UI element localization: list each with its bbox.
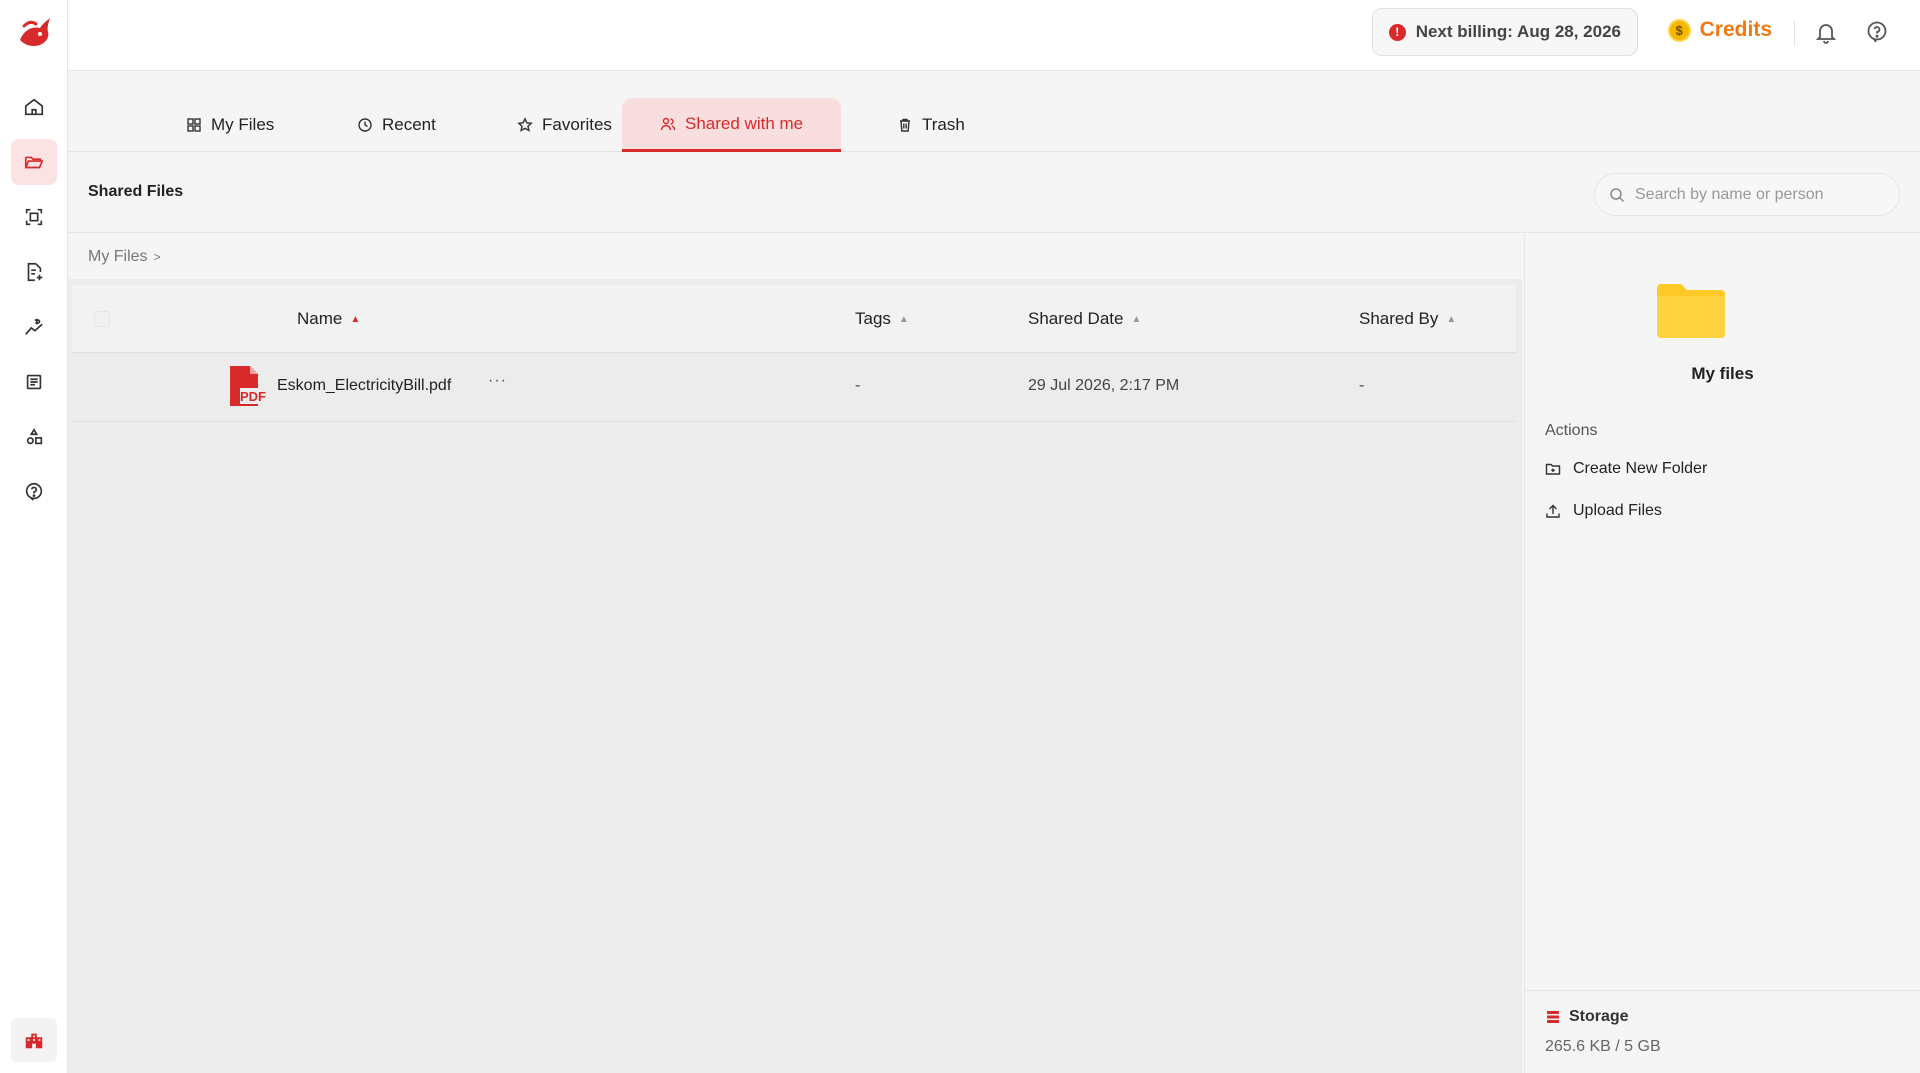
credits-button[interactable]: $ Credits — [1667, 18, 1772, 42]
tab-label: Trash — [922, 115, 965, 134]
sidebar-item-home[interactable] — [11, 84, 57, 130]
section-title: Shared Files — [88, 183, 184, 200]
sidebar — [0, 0, 68, 1073]
create-folder-button[interactable]: Create New Folder — [1545, 460, 1707, 478]
sort-up-icon: ▲ — [350, 313, 361, 325]
search-box[interactable] — [1594, 173, 1900, 216]
column-header-name[interactable]: Name ▲ — [297, 309, 360, 329]
grid-icon — [187, 118, 201, 132]
pdf-file-icon: PDF — [228, 366, 266, 406]
column-header-shared-by[interactable]: Shared By ▲ — [1359, 309, 1456, 329]
sidebar-item-scan[interactable] — [11, 194, 57, 240]
tab-label: My Files — [211, 115, 275, 134]
folder-add-icon — [1545, 463, 1561, 475]
tab-my-files[interactable]: My Files — [148, 98, 312, 152]
sort-up-icon: ▲ — [898, 313, 909, 325]
sort-up-icon: ▲ — [1131, 313, 1142, 325]
sort-up-icon: ▲ — [1446, 313, 1457, 325]
select-all-checkbox[interactable] — [94, 311, 110, 327]
home-icon — [24, 98, 44, 116]
notifications-button[interactable] — [1812, 18, 1840, 46]
sidebar-item-organization[interactable] — [11, 1018, 57, 1062]
tab-label: Recent — [382, 115, 436, 134]
column-label: Shared Date — [1028, 309, 1124, 328]
tab-label: Favorites — [542, 115, 612, 134]
help-circle-icon — [1867, 21, 1887, 43]
column-label: Tags — [855, 309, 891, 328]
list-icon — [26, 374, 42, 390]
actions-heading: Actions — [1545, 422, 1598, 439]
column-header-shared-date[interactable]: Shared Date ▲ — [1028, 309, 1141, 329]
table-row[interactable]: PDF Eskom_ElectricityBill.pdf ··· - 29 J… — [72, 354, 1516, 422]
search-icon — [1610, 187, 1625, 202]
tab-trash[interactable]: Trash — [859, 98, 1003, 152]
sidebar-item-help[interactable] — [11, 469, 57, 515]
folder-icon — [24, 156, 44, 169]
clock-icon — [358, 118, 372, 132]
sidebar-item-list[interactable] — [11, 359, 57, 405]
storage-heading: Storage — [1545, 1008, 1629, 1026]
main-content: My Files Recent Favorites Shared with me… — [68, 71, 1920, 1073]
file-tags: - — [855, 377, 861, 394]
file-shared-by: - — [1359, 377, 1365, 394]
column-label: Name — [297, 309, 343, 328]
section-header: Shared Files — [68, 153, 1920, 233]
bell-icon — [1815, 24, 1837, 44]
table-header: Name ▲ Tags ▲ Shared Date ▲ Shared By ▲ — [72, 285, 1516, 353]
alert-icon: ! — [1388, 23, 1406, 41]
users-icon — [660, 117, 676, 130]
storage-usage: 265.6 KB / 5 GB — [1545, 1038, 1661, 1055]
finance-chart-icon — [25, 318, 43, 335]
file-name[interactable]: Eskom_ElectricityBill.pdf — [277, 377, 451, 395]
brand-logo[interactable] — [14, 12, 54, 52]
tab-shared-with-me[interactable]: Shared with me — [622, 98, 842, 152]
action-label: Upload Files — [1573, 502, 1662, 519]
storage-icon — [1547, 1011, 1559, 1023]
scan-icon — [25, 208, 43, 226]
upload-icon — [1546, 504, 1560, 518]
building-icon — [25, 1033, 43, 1049]
details-panel: My files Actions Create New Folder Uploa… — [1524, 234, 1920, 1073]
storage-section: Storage 265.6 KB / 5 GB — [1525, 990, 1920, 1073]
star-icon — [517, 117, 533, 132]
sidebar-item-files[interactable] — [11, 139, 57, 185]
folder-icon — [1657, 282, 1725, 338]
panel-title: My files — [1691, 364, 1754, 383]
sidebar-item-documents[interactable] — [11, 249, 57, 295]
file-shared-date: 29 Jul 2026, 2:17 PM — [1028, 377, 1180, 394]
billing-text: Next billing: Aug 28, 2026 — [1415, 22, 1621, 41]
storage-label: Storage — [1569, 1008, 1629, 1025]
breadcrumb-my-files[interactable]: My Files — [88, 248, 148, 266]
credits-label: Credits — [1699, 18, 1772, 41]
help-button[interactable] — [1863, 18, 1891, 46]
breadcrumb: My Files > — [68, 234, 1522, 279]
billing-notice[interactable]: ! Next billing: Aug 28, 2026 — [1371, 8, 1638, 56]
divider — [1794, 20, 1795, 46]
upload-files-button[interactable]: Upload Files — [1545, 502, 1662, 520]
sidebar-item-shapes[interactable] — [11, 414, 57, 460]
coin-icon: $ — [1667, 18, 1691, 42]
tab-label: Shared with me — [685, 113, 804, 133]
tab-bar: My Files Recent Favorites Shared with me… — [68, 71, 1920, 152]
file-type-label: PDF — [240, 389, 266, 404]
sidebar-item-finance[interactable] — [11, 304, 57, 350]
column-header-tags[interactable]: Tags ▲ — [855, 309, 909, 329]
search-input[interactable] — [1635, 185, 1885, 204]
breadcrumb-separator: > — [153, 249, 161, 264]
shapes-icon — [26, 428, 43, 445]
file-list-area: My Files > Name ▲ Tags ▲ Shared Date ▲ S… — [68, 234, 1522, 1073]
trash-icon — [900, 118, 910, 132]
document-add-icon — [27, 262, 43, 282]
more-options-button[interactable]: ··· — [488, 372, 507, 390]
action-label: Create New Folder — [1573, 460, 1708, 477]
top-bar: ! Next billing: Aug 28, 2026 $ Credits — [68, 0, 1920, 71]
help-icon — [25, 482, 43, 501]
tab-recent[interactable]: Recent — [319, 98, 474, 152]
column-label: Shared By — [1359, 309, 1439, 328]
